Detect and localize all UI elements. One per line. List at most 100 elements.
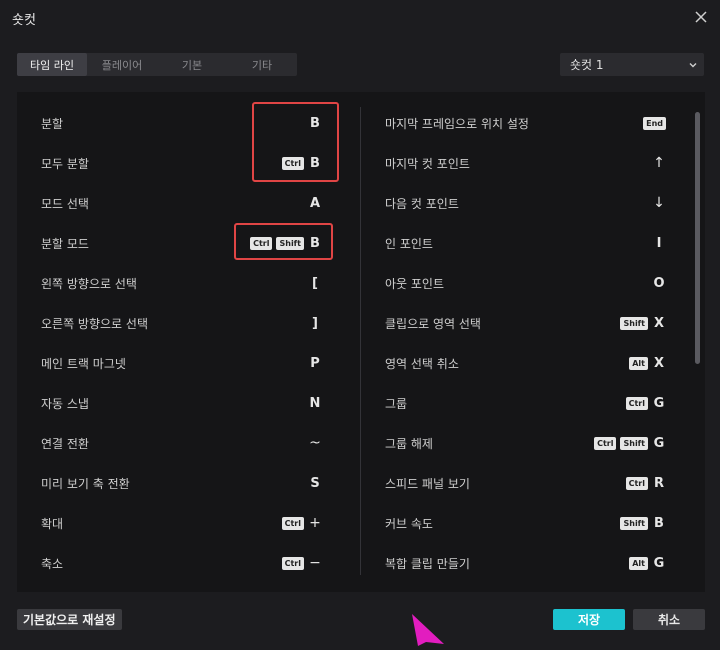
shortcut-row[interactable]: 모드 선택	[41, 193, 89, 213]
highlight-box	[252, 102, 339, 182]
shortcut-label: 마지막 프레임으로 위치 설정	[385, 116, 529, 131]
main-key: G	[653, 395, 665, 411]
shortcut-row[interactable]: 확대	[41, 513, 63, 533]
modifier-key-badge: Shift	[620, 316, 648, 330]
main-key: O	[653, 275, 665, 291]
column-divider	[360, 107, 361, 575]
shortcut-keys: Ctrl −	[281, 553, 322, 573]
main-key: ↓	[653, 195, 665, 211]
modifier-key-badge: Ctrl	[281, 516, 304, 530]
shortcut-row[interactable]: 모두 분할	[41, 153, 89, 173]
close-icon[interactable]	[692, 8, 710, 26]
modifier-key-badge: Ctrl	[625, 476, 648, 490]
shortcut-row[interactable]: 영역 선택 취소	[385, 353, 459, 373]
shortcut-row[interactable]: 메인 트랙 마그넷	[41, 353, 126, 373]
shortcut-row[interactable]: 분할	[41, 113, 63, 133]
shortcut-label: 아웃 포인트	[385, 276, 445, 291]
main-key: −	[309, 555, 321, 571]
preset-value: 숏컷 1	[570, 58, 604, 72]
scrollbar-thumb[interactable]	[695, 112, 700, 364]
shortcut-row[interactable]: 복합 클립 만들기	[385, 553, 470, 573]
shortcut-label: 메인 트랙 마그넷	[41, 356, 126, 371]
shortcut-keys: ]	[308, 313, 322, 333]
shortcut-row[interactable]: 연결 전환	[41, 433, 89, 453]
main-key: X	[653, 355, 665, 371]
main-key: ]	[312, 315, 318, 331]
shortcut-row[interactable]: 스피드 패널 보기	[385, 473, 470, 493]
tab-basic[interactable]: 기본	[157, 53, 227, 76]
shortcut-label: 다음 컷 포인트	[385, 196, 459, 211]
shortcut-keys: ~	[308, 433, 322, 453]
modifier-key-badge: Ctrl	[625, 396, 648, 410]
shortcut-keys: Shift B	[620, 513, 666, 533]
shortcut-row[interactable]: 자동 스냅	[41, 393, 89, 413]
modifier-key-badge: Alt	[629, 356, 648, 370]
shortcut-row[interactable]: 마지막 프레임으로 위치 설정	[385, 113, 529, 133]
shortcut-keys: Shift X	[620, 313, 666, 333]
shortcut-keys: Alt X	[629, 353, 666, 373]
shortcut-row[interactable]: 그룹	[385, 393, 407, 413]
shortcut-row[interactable]: 미리 보기 축 전환	[41, 473, 130, 493]
shortcut-row[interactable]: 마지막 컷 포인트	[385, 153, 470, 173]
shortcut-label: 왼쪽 방향으로 선택	[41, 276, 137, 291]
shortcut-row[interactable]: 클립으로 영역 선택	[385, 313, 481, 333]
shortcut-label: 연결 전환	[41, 436, 89, 451]
shortcut-label: 분할 모드	[41, 236, 89, 251]
shortcut-keys: Alt G	[629, 553, 666, 573]
shortcut-row[interactable]: 오른쪽 방향으로 선택	[41, 313, 148, 333]
main-key: P	[310, 355, 320, 371]
modifier-key-badge: Alt	[629, 556, 648, 570]
shortcut-keys: ↓	[652, 193, 666, 213]
main-key: B	[654, 515, 664, 531]
main-key: [	[312, 275, 318, 291]
main-key: I	[656, 235, 662, 251]
shortcut-row[interactable]: 아웃 포인트	[385, 273, 444, 293]
modifier-key-badge: Shift	[620, 436, 648, 450]
shortcut-label: 그룹 해제	[385, 436, 433, 451]
modifier-key-badge: End	[643, 116, 666, 130]
modifier-key-badge: Shift	[620, 516, 648, 530]
shortcut-label: 축소	[41, 556, 64, 571]
shortcut-row[interactable]: 축소	[41, 553, 63, 573]
tab-timeline[interactable]: 타임 라인	[17, 53, 87, 76]
shortcut-keys: Ctrl Shift G	[594, 433, 666, 453]
shortcut-row[interactable]: 커브 속도	[385, 513, 433, 533]
shortcut-label: 미리 보기 축 전환	[41, 476, 130, 491]
shortcut-keys: O	[652, 273, 666, 293]
modifier-key-badge: Ctrl	[281, 556, 304, 570]
category-tabs: 타임 라인 플레이어 기본 기타	[17, 53, 297, 76]
cancel-button[interactable]: 취소	[633, 609, 705, 630]
shortcut-row[interactable]: 그룹 해제	[385, 433, 433, 453]
main-key: X	[653, 315, 665, 331]
mouse-cursor-icon	[408, 612, 448, 650]
shortcut-label: 모드 선택	[41, 196, 89, 211]
window-title: 숏컷	[12, 13, 36, 28]
shortcut-keys: [	[308, 273, 322, 293]
shortcut-row[interactable]: 분할 모드	[41, 233, 89, 253]
save-button[interactable]: 저장	[553, 609, 625, 630]
shortcut-keys: ↑	[652, 153, 666, 173]
main-key: N	[309, 395, 321, 411]
shortcut-list-panel: 분할 B 모두 분할 Ctrl B 모드 선택 A 분할 모드 Ctrl Shift B 왼쪽 방향으…	[17, 92, 705, 592]
shortcut-label: 클립으로 영역 선택	[385, 316, 481, 331]
shortcut-label: 자동 스냅	[41, 396, 89, 411]
tab-other[interactable]: 기타	[227, 53, 297, 76]
shortcut-label: 인 포인트	[385, 236, 433, 251]
main-key: G	[653, 435, 665, 451]
shortcut-label: 모두 분할	[41, 156, 89, 171]
shortcut-row[interactable]: 다음 컷 포인트	[385, 193, 459, 213]
shortcut-label: 오른쪽 방향으로 선택	[41, 316, 148, 331]
shortcut-keys: Ctrl R	[625, 473, 666, 493]
tab-player[interactable]: 플레이어	[87, 53, 157, 76]
modifier-key-badge: Ctrl	[594, 436, 617, 450]
shortcut-label: 확대	[41, 516, 64, 531]
shortcut-row[interactable]: 왼쪽 방향으로 선택	[41, 273, 137, 293]
shortcut-row[interactable]: 인 포인트	[385, 233, 433, 253]
shortcut-keys: End	[643, 113, 666, 133]
main-key: A	[309, 195, 321, 211]
highlight-box	[234, 223, 333, 260]
shortcut-keys: Ctrl +	[281, 513, 322, 533]
shortcut-keys: A	[308, 193, 322, 213]
shortcut-preset-dropdown[interactable]: 숏컷 1	[560, 53, 704, 76]
reset-defaults-button[interactable]: 기본값으로 재설정	[17, 609, 122, 630]
